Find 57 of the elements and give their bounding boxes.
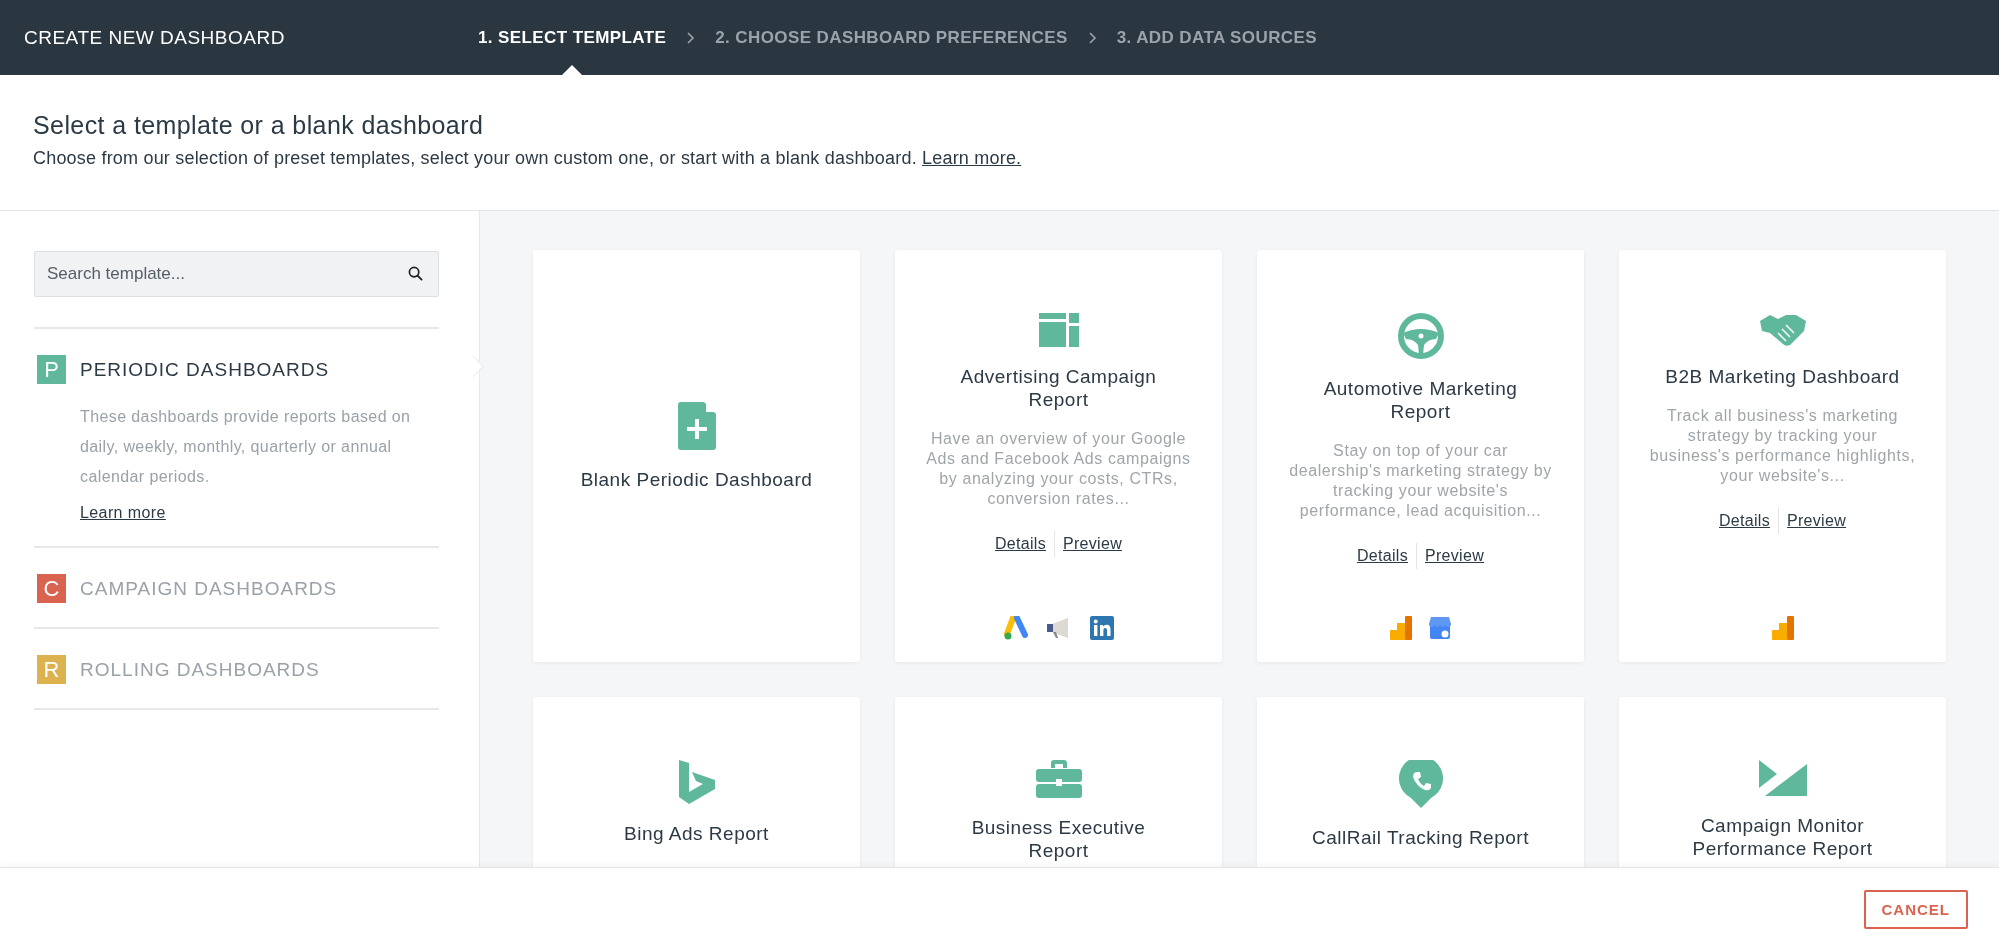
card-title: Automotive Marketing Report xyxy=(1322,377,1519,423)
template-card[interactable]: Campaign Monitor Performance Report xyxy=(1619,697,1946,867)
card-link[interactable]: Details xyxy=(1711,508,1778,534)
intro-text: Choose from our selection of preset templates, select your own custom one, or start with a blank dashboard. Learn more. xyxy=(33,148,1022,169)
card-link[interactable]: Preview xyxy=(1054,531,1130,557)
card-title: CallRail Tracking Report xyxy=(1311,826,1530,849)
category-badge: P xyxy=(37,355,66,384)
card-description: Track all business's marketing strategy by tracking your business's performance highlights, your website's... xyxy=(1648,406,1917,486)
location-pin-icon xyxy=(1398,760,1443,808)
card-link[interactable]: Preview xyxy=(1778,508,1854,534)
storefront-icon xyxy=(1427,616,1452,640)
briefcase-icon xyxy=(1035,760,1082,798)
card-link[interactable]: Preview xyxy=(1416,543,1492,569)
chevron-icon xyxy=(686,31,696,44)
template-card[interactable]: Automotive Marketing Report Stay on top of your car dealership's marketing strategy by tracking your website's performance, lead acquisition... Details Preview xyxy=(1257,250,1584,662)
template-card[interactable]: Bing Ads Report xyxy=(533,697,860,867)
step-tab[interactable]: 2. CHOOSE DASHBOARD PREFERENCES xyxy=(715,0,1068,75)
card-description: Stay on top of your car dealership's marketing strategy by tracking your website's performance, lead acquisition... xyxy=(1288,441,1553,521)
template-card[interactable]: Advertising Campaign Report Have an overview of your Google Ads and Facebook Ads campaigns by analyzing your costs, CTRs, conversion rates... Details Preview xyxy=(895,250,1222,662)
layout-icon xyxy=(1038,313,1079,347)
template-card[interactable]: CallRail Tracking Report xyxy=(1257,697,1584,867)
handshake-icon xyxy=(1759,313,1806,347)
analytics-icon xyxy=(1389,616,1412,640)
google-ads-icon xyxy=(1003,616,1030,640)
card-title: Advertising Campaign Report xyxy=(959,365,1158,411)
analytics-icon xyxy=(1771,616,1794,640)
learn-more-link[interactable]: Learn more. xyxy=(922,148,1022,168)
file-plus-icon xyxy=(677,401,716,450)
category-item[interactable]: C CAMPAIGN DASHBOARDS xyxy=(34,574,439,603)
card-title: Business Executive Report xyxy=(970,816,1147,862)
template-card[interactable]: Blank Periodic Dashboard xyxy=(533,250,860,662)
steering-wheel-icon xyxy=(1397,313,1444,359)
template-card[interactable]: B2B Marketing Dashboard Track all business's marketing strategy by tracking your business's performance highlights, your website's... Details Preview xyxy=(1619,250,1946,662)
learn-more-link[interactable]: Learn more xyxy=(80,504,166,521)
envelope-icon xyxy=(1758,760,1807,796)
bing-logo-icon xyxy=(678,760,715,804)
card-title: B2B Marketing Dashboard xyxy=(1664,365,1901,388)
card-title: Blank Periodic Dashboard xyxy=(579,467,814,491)
category-badge: R xyxy=(37,655,66,684)
card-link[interactable]: Details xyxy=(987,531,1054,557)
cancel-button[interactable]: CANCEL xyxy=(1863,890,1968,929)
search-icon xyxy=(408,266,423,281)
category-item[interactable]: P PERIODIC DASHBOARDS xyxy=(34,355,439,384)
card-description: Have an overview of your Google Ads and Facebook Ads campaigns by analyzing your costs, CTRs, conversion rates... xyxy=(925,429,1192,509)
dialog-title: CREATE NEW DASHBOARD xyxy=(24,26,286,49)
card-title: Campaign Monitor Performance Report xyxy=(1691,814,1874,860)
step-tab[interactable]: 3. ADD DATA SOURCES xyxy=(1116,0,1317,75)
category-description: These dashboards provide reports based on daily, weekly, monthly, quarterly or annual calendar periods. xyxy=(80,407,412,487)
page-heading: Select a template or a blank dashboard xyxy=(33,111,485,140)
template-card[interactable]: Business Executive Report xyxy=(895,697,1222,867)
card-link[interactable]: Details xyxy=(1349,543,1416,569)
chevron-icon xyxy=(1087,31,1097,44)
linkedin-logo-icon xyxy=(1089,616,1114,640)
card-title: Bing Ads Report xyxy=(623,822,770,845)
category-badge: C xyxy=(37,574,66,603)
search-field[interactable]: Search template... xyxy=(34,251,439,297)
step-tab[interactable]: 1. SELECT TEMPLATE xyxy=(478,0,667,75)
